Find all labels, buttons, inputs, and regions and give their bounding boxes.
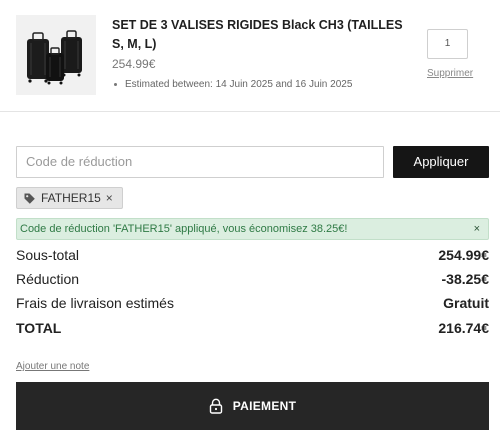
discount-value: -38.25€ bbox=[441, 271, 489, 287]
discount-code-input[interactable]: Code de réduction bbox=[16, 146, 384, 178]
total-value: 216.74€ bbox=[438, 320, 489, 336]
shipping-row: Frais de livraison estimés Gratuit bbox=[16, 295, 489, 315]
product-title[interactable]: SET DE 3 VALISES RIGIDES Black CH3 (TAIL… bbox=[112, 16, 412, 54]
total-label: TOTAL bbox=[16, 320, 62, 336]
quantity-input[interactable]: 1 bbox=[427, 29, 468, 59]
apply-discount-button[interactable]: Appliquer bbox=[393, 146, 489, 178]
applied-discount-tag: FATHER15 × bbox=[16, 187, 123, 209]
lock-icon bbox=[209, 398, 223, 414]
total-row: TOTAL 216.74€ bbox=[16, 320, 489, 340]
remove-item-link[interactable]: Supprimer bbox=[427, 68, 473, 79]
add-note-link[interactable]: Ajouter une note bbox=[16, 361, 89, 372]
discount-row: Réduction -38.25€ bbox=[16, 271, 489, 291]
subtotal-label: Sous-total bbox=[16, 247, 80, 263]
applied-discount-code: FATHER15 bbox=[41, 191, 101, 205]
close-icon[interactable]: × bbox=[474, 219, 480, 239]
shipping-label: Frais de livraison estimés bbox=[16, 295, 174, 311]
cart-line-item: SET DE 3 VALISES RIGIDES Black CH3 (TAIL… bbox=[0, 0, 500, 112]
remove-discount-icon[interactable]: × bbox=[106, 191, 113, 205]
discount-label: Réduction bbox=[16, 271, 80, 287]
discount-success-message: Code de réduction 'FATHER15' appliqué, v… bbox=[16, 218, 489, 240]
product-image[interactable] bbox=[16, 15, 96, 95]
shipping-value: Gratuit bbox=[443, 295, 489, 311]
subtotal-row: Sous-total 254.99€ bbox=[16, 247, 489, 267]
subtotal-value: 254.99€ bbox=[438, 247, 489, 263]
delivery-estimate-text: Estimated between: 14 Juin 2025 and 16 J… bbox=[125, 79, 353, 90]
tag-icon bbox=[23, 192, 36, 205]
checkout-button[interactable]: PAIEMENT bbox=[16, 382, 489, 430]
product-price: 254.99€ bbox=[112, 57, 156, 71]
delivery-estimate: Estimated between: 14 Juin 2025 and 16 J… bbox=[112, 79, 352, 90]
checkout-label: PAIEMENT bbox=[232, 399, 297, 413]
luggage-set-image bbox=[16, 15, 96, 95]
bullet-icon bbox=[114, 83, 117, 86]
success-message-text: Code de réduction 'FATHER15' appliqué, v… bbox=[20, 223, 348, 235]
